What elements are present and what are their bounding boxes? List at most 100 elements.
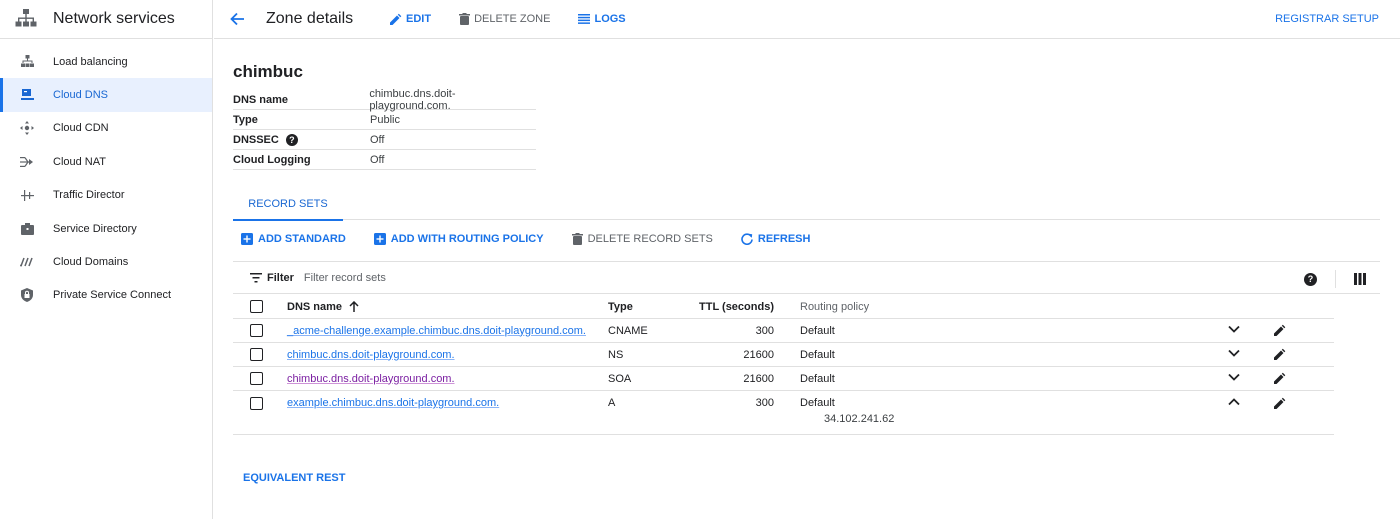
logs-label: LOGS — [594, 13, 626, 25]
tab-record-sets[interactable]: RECORD SETS — [233, 194, 343, 221]
chevron-up-icon[interactable] — [1228, 397, 1240, 407]
logs-button[interactable]: LOGS — [578, 13, 626, 25]
add-box-icon — [373, 233, 386, 245]
cloud-cdn-icon — [20, 121, 34, 136]
help-icon[interactable]: ? — [1304, 272, 1317, 286]
sidebar-item-label: Service Directory — [53, 222, 137, 235]
sidebar-item-label: Private Service Connect — [53, 289, 171, 302]
detail-value: Off — [370, 133, 385, 146]
record-type: A — [608, 397, 616, 409]
page-title: Zone details — [266, 10, 354, 27]
network-services-icon — [15, 9, 37, 27]
delete-zone-label: DELETE ZONE — [474, 13, 551, 25]
help-icon[interactable]: ? — [285, 133, 298, 146]
list-icon — [578, 14, 591, 24]
refresh-label: REFRESH — [757, 233, 811, 245]
zone-name: chimbuc — [233, 62, 303, 81]
sidebar-nav: Load balancing Cloud DNS Cloud CDN Cloud… — [0, 39, 212, 312]
detail-key: Cloud Logging — [233, 153, 311, 166]
add-routing-policy-button[interactable]: ADD WITH ROUTING POLICY — [373, 233, 544, 245]
select-all-checkbox[interactable] — [249, 300, 263, 313]
sidebar-item-label: Cloud DNS — [53, 89, 109, 102]
edit-button[interactable]: EDIT — [390, 13, 431, 25]
top-bar: Zone details EDIT DELETE ZONE LOGS REGIS… — [214, 0, 1400, 39]
detail-key-label: DNSSEC — [233, 133, 279, 146]
sidebar-item-load-balancing[interactable]: Load balancing — [0, 45, 212, 78]
table-row: chimbuc.dns.doit-playground.com. SOA 216… — [233, 367, 1334, 391]
equivalent-rest-button[interactable]: EQUIVALENT REST — [243, 472, 345, 484]
private-service-connect-icon — [20, 288, 34, 303]
table-row: chimbuc.dns.doit-playground.com. NS 2160… — [233, 343, 1334, 367]
pencil-icon[interactable] — [1274, 397, 1286, 409]
table-row: _acme-challenge.example.chimbuc.dns.doit… — [233, 319, 1334, 343]
filter-icon — [250, 272, 262, 282]
registrar-setup-button[interactable]: REGISTRAR SETUP — [1275, 13, 1379, 25]
record-ttl: 21600 — [743, 372, 774, 385]
record-type: NS — [608, 348, 624, 361]
record-name-link[interactable]: chimbuc.dns.doit-playground.com. — [287, 373, 455, 385]
load-balancing-icon — [20, 55, 34, 69]
record-policy: Default — [800, 397, 835, 409]
record-sets-table: DNS name Type TTL (seconds) Routing poli… — [233, 295, 1334, 435]
record-name-link[interactable]: _acme-challenge.example.chimbuc.dns.doit… — [287, 325, 586, 337]
sort-arrow-up-icon — [349, 301, 359, 312]
chevron-down-icon[interactable] — [1228, 324, 1240, 334]
filter-button[interactable]: Filter — [250, 272, 294, 284]
divider — [1335, 270, 1336, 288]
row-checkbox[interactable] — [249, 348, 263, 361]
record-data-ip: 34.102.241.62 — [824, 413, 895, 425]
cloud-nat-icon — [20, 155, 34, 169]
sidebar-item-label: Traffic Director — [53, 189, 125, 202]
detail-key-dnssec: DNSSEC ? — [233, 133, 370, 146]
sidebar-item-cloud-cdn[interactable]: Cloud CDN — [0, 112, 212, 145]
header-dns-name[interactable]: DNS name — [287, 301, 608, 313]
record-name-link[interactable]: chimbuc.dns.doit-playground.com. — [287, 349, 455, 361]
filter-input[interactable] — [303, 271, 604, 284]
sidebar-item-cloud-nat[interactable]: Cloud NAT — [0, 145, 212, 178]
sidebar: Network services Load balancing Cloud DN… — [0, 0, 213, 519]
chevron-down-icon[interactable] — [1228, 348, 1240, 358]
refresh-button[interactable]: REFRESH — [741, 233, 811, 245]
sidebar-item-service-directory[interactable]: Service Directory — [0, 212, 212, 245]
delete-record-sets-label: DELETE RECORD SETS — [587, 233, 713, 245]
back-arrow-icon[interactable] — [228, 9, 248, 29]
edit-label: EDIT — [406, 13, 432, 25]
sidebar-item-cloud-domains[interactable]: Cloud Domains — [0, 245, 212, 278]
delete-record-sets-button[interactable]: DELETE RECORD SETS — [571, 233, 713, 245]
tab-bar: RECORD SETS — [233, 194, 1380, 221]
pencil-icon[interactable] — [1274, 324, 1286, 336]
chevron-down-icon[interactable] — [1228, 372, 1240, 382]
detail-value: Off — [370, 153, 385, 166]
delete-zone-button[interactable]: DELETE ZONE — [459, 13, 550, 25]
sidebar-title: Network services — [53, 10, 175, 27]
row-checkbox[interactable] — [249, 372, 263, 385]
pencil-icon — [390, 13, 402, 25]
record-policy: Default — [800, 348, 835, 361]
sidebar-item-private-service-connect[interactable]: Private Service Connect — [0, 279, 212, 312]
sidebar-item-traffic-director[interactable]: Traffic Director — [0, 179, 212, 212]
header-routing-policy: Routing policy — [800, 300, 870, 313]
add-standard-label: ADD STANDARD — [258, 233, 346, 245]
sidebar-item-label: Load balancing — [53, 55, 128, 68]
detail-value: chimbuc.dns.doit-playground.com. — [369, 87, 456, 112]
header-ttl: TTL (seconds) — [699, 300, 774, 313]
row-checkbox[interactable] — [249, 324, 263, 337]
detail-key: Type — [233, 113, 258, 126]
sidebar-header: Network services — [0, 0, 212, 39]
pencil-icon[interactable] — [1274, 372, 1286, 384]
record-ttl: 300 — [755, 397, 774, 409]
detail-row: Cloud Logging Off — [233, 150, 536, 170]
filter-bar: Filter ? — [233, 261, 1380, 294]
pencil-icon[interactable] — [1274, 348, 1286, 360]
row-checkbox[interactable] — [249, 397, 263, 410]
record-policy: Default — [800, 372, 835, 385]
detail-value: Public — [370, 113, 400, 126]
add-standard-button[interactable]: ADD STANDARD — [241, 233, 346, 245]
cloud-dns-icon — [20, 88, 34, 102]
sidebar-item-cloud-dns[interactable]: Cloud DNS — [0, 78, 212, 113]
record-name-link[interactable]: example.chimbuc.dns.doit-playground.com. — [287, 397, 499, 409]
record-ttl: 21600 — [743, 348, 774, 361]
column-display-icon[interactable] — [1354, 273, 1366, 285]
sidebar-item-label: Cloud NAT — [53, 155, 106, 168]
detail-row: DNSSEC ? Off — [233, 130, 536, 150]
